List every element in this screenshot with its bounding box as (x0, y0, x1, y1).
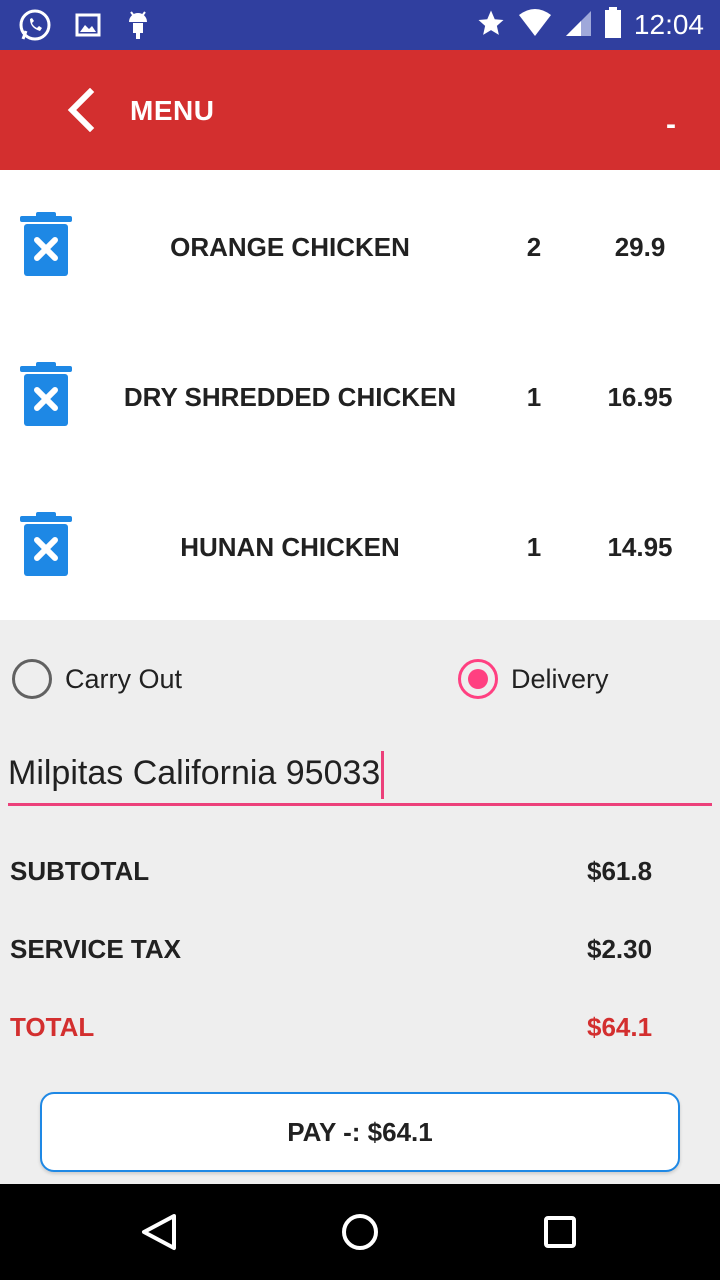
star-icon (476, 8, 506, 43)
nav-recents-icon[interactable] (536, 1208, 584, 1256)
trash-delete-icon[interactable] (20, 512, 72, 580)
carry-out-radio[interactable]: Carry Out (12, 659, 182, 699)
radio-checked-icon (458, 659, 498, 699)
signal-icon (564, 9, 592, 42)
total-row: TOTAL $64.1 (10, 1012, 700, 1052)
back-button[interactable] (56, 86, 104, 134)
chevron-left-icon (67, 88, 95, 132)
status-time: 12:04 (633, 9, 704, 40)
cart-list: ORANGE CHICKEN 2 29.9 DRY SHREDDED CHICK… (0, 170, 720, 620)
status-right-icons: 12:04 (476, 6, 704, 44)
cart-item: HUNAN CHICKEN 1 14.95 (0, 470, 720, 620)
toolbar-title: MENU (130, 95, 215, 126)
text-cursor (381, 751, 385, 799)
delivery-radio[interactable]: Delivery (458, 659, 609, 699)
cart-item: DRY SHREDDED CHICKEN 1 16.95 (0, 320, 720, 470)
radio-unchecked-icon (12, 659, 52, 699)
cart-item-qty: 1 (526, 532, 542, 562)
battery-icon (604, 6, 622, 44)
service-tax-row: SERVICE TAX $2.30 (10, 934, 700, 974)
delivery-label: Delivery (511, 663, 609, 694)
cart-item-name: ORANGE CHICKEN (170, 232, 410, 262)
total-label: TOTAL (10, 1012, 95, 1042)
image-icon (74, 11, 102, 44)
cart-item-price: 29.9 (614, 232, 666, 262)
status-bar: 12:04 (0, 0, 720, 50)
cart-item-name: HUNAN CHICKEN (180, 532, 400, 562)
nav-home-icon[interactable] (336, 1208, 384, 1256)
cart-item: ORANGE CHICKEN 2 29.9 (0, 170, 720, 320)
status-left-icons (18, 8, 152, 47)
address-value: Milpitas California 95033 (8, 754, 381, 792)
wifi-icon (518, 8, 552, 42)
subtotal-row: SUBTOTAL $61.8 (10, 856, 700, 896)
cart-item-name: DRY SHREDDED CHICKEN (123, 382, 457, 412)
trash-delete-icon[interactable] (20, 212, 72, 280)
subtotal-label: SUBTOTAL (10, 856, 150, 886)
subtotal-value: $61.8 (587, 856, 653, 886)
address-input[interactable]: Milpitas California 95033 (8, 748, 712, 806)
carry-out-label: Carry Out (65, 663, 183, 694)
cart-item-qty: 2 (526, 232, 542, 262)
app-toolbar: MENU - (0, 50, 720, 170)
cart-item-price: 16.95 (607, 382, 673, 412)
service-tax-label: SERVICE TAX (10, 934, 181, 964)
toolbar-right-text[interactable]: - (666, 108, 676, 142)
total-value: $64.1 (587, 1012, 653, 1042)
service-tax-value: $2.30 (587, 934, 653, 964)
cart-item-qty: 1 (526, 382, 542, 412)
android-icon (124, 8, 152, 47)
system-nav-bar (0, 1184, 720, 1280)
trash-delete-icon[interactable] (20, 362, 72, 430)
nav-back-icon[interactable] (136, 1208, 184, 1256)
whatsapp-icon (18, 8, 52, 47)
pay-button[interactable]: PAY -: $64.1 (40, 1092, 680, 1172)
cart-item-price: 14.95 (607, 532, 673, 562)
